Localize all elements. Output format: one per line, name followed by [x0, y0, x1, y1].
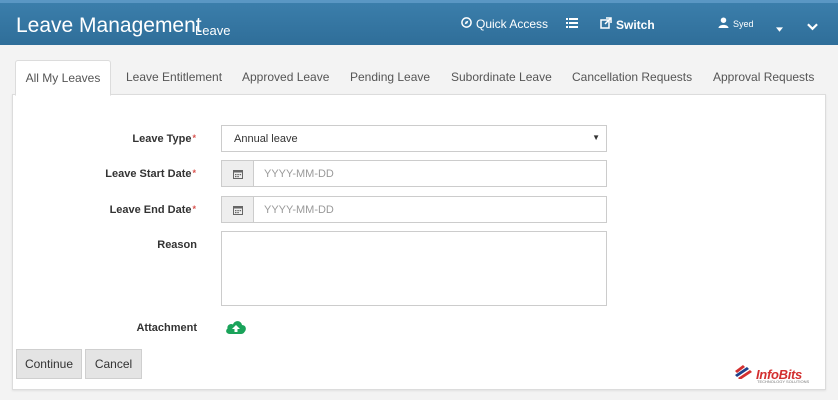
user-icon	[718, 17, 729, 30]
cloud-upload-icon[interactable]	[225, 318, 247, 336]
caret-down-icon	[776, 21, 783, 35]
leave-end-date-group	[221, 196, 607, 223]
list-icon	[566, 17, 578, 31]
calendar-icon[interactable]	[222, 161, 254, 186]
quick-access-button[interactable]: Quick Access	[461, 17, 548, 31]
tab-bar: All My Leaves Leave Entitlement Approved…	[15, 60, 814, 96]
tab-approval-requests[interactable]: Approval Requests	[713, 60, 814, 95]
tab-approved-leave[interactable]: Approved Leave	[242, 60, 338, 95]
leave-end-date-input[interactable]	[254, 197, 606, 222]
user-name: Syed	[733, 18, 754, 29]
cancel-button[interactable]: Cancel	[85, 349, 142, 379]
leave-type-label: Leave Type*	[132, 133, 196, 145]
tab-leave-entitlement[interactable]: Leave Entitlement	[126, 60, 229, 95]
required-marker: *	[192, 133, 196, 143]
required-marker: *	[192, 204, 196, 214]
continue-button[interactable]: Continue	[16, 349, 82, 379]
calendar-icon[interactable]	[222, 197, 254, 222]
top-bar: Leave Management Leave Quick Access Swit…	[0, 0, 838, 45]
user-dropdown-caret[interactable]	[776, 21, 783, 35]
switch-button[interactable]: Switch	[600, 17, 655, 32]
tab-all-my-leaves[interactable]: All My Leaves	[15, 60, 111, 96]
logo-mark-icon	[735, 364, 753, 384]
leave-type-value: Annual leave	[234, 133, 298, 145]
leave-start-date-group	[221, 160, 607, 187]
leave-start-date-label: Leave Start Date*	[105, 168, 196, 180]
required-marker: *	[192, 168, 196, 178]
expand-button[interactable]	[807, 20, 818, 34]
chevron-down-icon	[807, 20, 818, 34]
reason-label: Reason	[157, 239, 197, 251]
tab-cancellation-requests[interactable]: Cancellation Requests	[572, 60, 701, 95]
reason-textarea[interactable]	[221, 231, 607, 306]
tab-subordinate-leave[interactable]: Subordinate Leave	[451, 60, 560, 95]
switch-label: Switch	[616, 17, 655, 32]
leave-start-date-input[interactable]	[254, 161, 606, 186]
leave-end-date-label: Leave End Date*	[109, 204, 196, 216]
external-link-icon	[600, 17, 612, 32]
attachment-label: Attachment	[136, 322, 197, 334]
user-menu[interactable]: Syed	[718, 17, 754, 30]
leave-type-select[interactable]: Annual leave ▼	[221, 125, 607, 152]
quick-access-label: Quick Access	[476, 17, 549, 31]
app-subtitle: Leave	[195, 23, 231, 38]
compass-icon	[461, 17, 472, 31]
caret-down-icon: ▼	[592, 133, 600, 142]
menu-list-button[interactable]	[566, 17, 578, 31]
app-title: Leave Management	[16, 14, 202, 37]
logo-tagline: TECHNOLOGY SOLUTIONS	[757, 379, 810, 384]
tab-pending-leave[interactable]: Pending Leave	[350, 60, 439, 95]
infobits-logo: InfoBits TECHNOLOGY SOLUTIONS	[735, 364, 815, 384]
